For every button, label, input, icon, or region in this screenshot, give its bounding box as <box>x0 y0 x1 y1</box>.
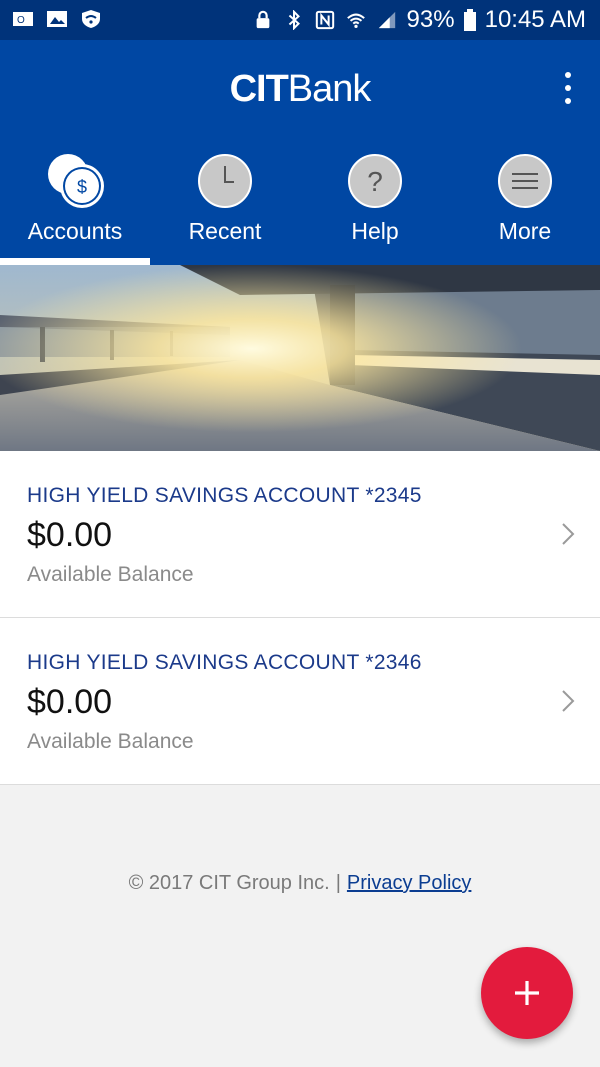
privacy-policy-link[interactable]: Privacy Policy <box>347 872 471 894</box>
tab-accounts[interactable]: $ Accounts <box>0 148 150 265</box>
tab-more[interactable]: More <box>450 148 600 265</box>
active-tab-indicator <box>0 258 150 265</box>
available-balance-label: Available Balance <box>27 730 194 753</box>
accounts-icon: $ <box>48 154 104 208</box>
plus-icon <box>515 981 539 1005</box>
wifi-icon <box>346 13 365 29</box>
lock-icon <box>256 10 269 29</box>
svg-text:O: O <box>17 15 25 26</box>
battery-percent: 93% <box>406 6 455 33</box>
logo-cit-text: CIT <box>229 68 289 110</box>
signal-icon <box>378 11 395 29</box>
account-card[interactable]: HIGH YIELD SAVINGS ACCOUNT *2345 $0.00 A… <box>0 451 600 618</box>
chevron-right-icon <box>562 690 575 712</box>
app-header: CITBank $ Accounts Recent ? Help More <box>0 40 600 265</box>
copyright-text: © 2017 CIT Group Inc. <box>128 872 330 894</box>
footer-separator: | <box>335 872 341 894</box>
clock-icon <box>198 154 252 208</box>
account-title: HIGH YIELD SAVINGS ACCOUNT *2345 <box>27 484 422 507</box>
add-fab-button[interactable] <box>481 947 573 1039</box>
menu-icon <box>498 154 552 208</box>
status-right: 93% 10:45 AM <box>252 6 586 34</box>
cit-bank-logo: CITBank <box>0 68 600 111</box>
chevron-right-icon <box>562 523 575 545</box>
overflow-menu-button[interactable] <box>560 72 576 104</box>
image-icon <box>47 11 67 27</box>
outlook-icon: O <box>13 12 33 26</box>
overflow-dot <box>565 98 571 104</box>
clock-time: 10:45 AM <box>484 6 586 33</box>
account-balance: $0.00 <box>27 516 113 554</box>
battery-icon <box>463 9 476 31</box>
tab-label-recent: Recent <box>188 218 262 244</box>
status-bar: O 93% 10:45 AM <box>0 0 600 40</box>
tab-label-more: More <box>498 218 552 244</box>
tab-bar: $ Accounts Recent ? Help More <box>0 148 600 265</box>
help-icon: ? <box>348 154 402 208</box>
tab-recent[interactable]: Recent <box>150 148 300 265</box>
logo-bank-text: Bank <box>287 68 372 110</box>
nfc-icon <box>315 10 334 30</box>
hero-image <box>0 265 600 451</box>
shield-wifi-icon <box>82 10 100 28</box>
tab-help[interactable]: ? Help <box>300 148 450 265</box>
overflow-dot <box>565 85 571 91</box>
account-card[interactable]: HIGH YIELD SAVINGS ACCOUNT *2346 $0.00 A… <box>0 618 600 785</box>
overflow-dot <box>565 72 571 78</box>
tab-label-accounts: Accounts <box>27 218 123 244</box>
account-title: HIGH YIELD SAVINGS ACCOUNT *2346 <box>27 651 422 674</box>
tab-label-help: Help <box>351 218 399 244</box>
bluetooth-icon <box>288 10 300 30</box>
account-balance: $0.00 <box>27 683 113 721</box>
available-balance-label: Available Balance <box>27 563 194 586</box>
status-left-icons: O <box>12 9 102 29</box>
footer: © 2017 CIT Group Inc. | Privacy Policy <box>0 872 600 895</box>
svg-text:?: ? <box>367 166 383 197</box>
svg-text:$: $ <box>77 177 87 197</box>
